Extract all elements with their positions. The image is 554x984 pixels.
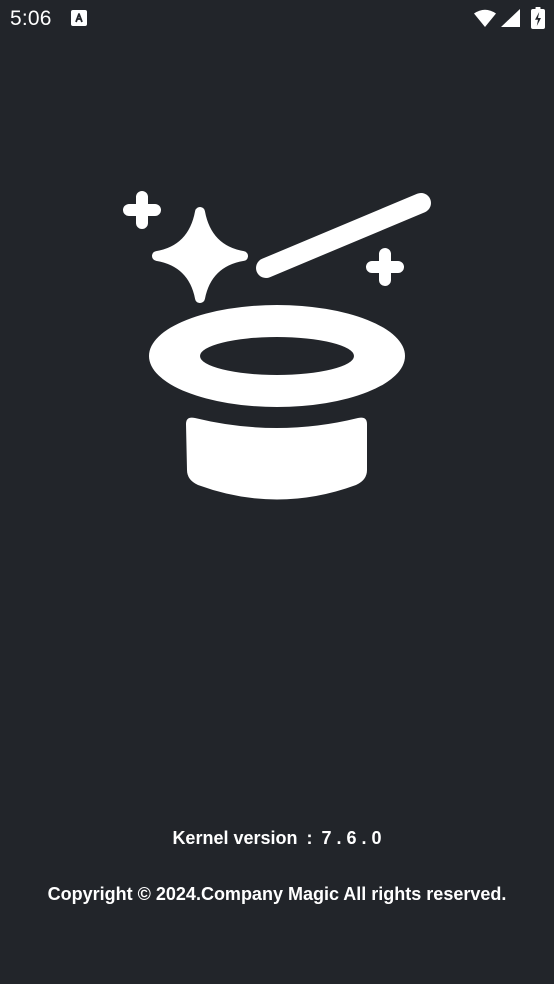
kernel-version-separator: : <box>306 828 313 848</box>
status-time: 5:06 <box>10 7 52 30</box>
wifi-icon <box>474 9 496 27</box>
copyright-text: Copyright © 2024.Company Magic All right… <box>47 884 507 904</box>
magic-hat-wand-icon <box>123 191 431 500</box>
cell-signal-icon <box>501 9 520 27</box>
kernel-version: Kernel version:7.6.0 <box>0 828 554 849</box>
status-bar: 5:06 <box>0 0 554 38</box>
kernel-version-label: Kernel version <box>172 828 298 848</box>
font-a-icon <box>71 10 87 26</box>
battery-charging-icon <box>531 7 545 29</box>
kernel-version-value: 7.6.0 <box>321 828 387 848</box>
